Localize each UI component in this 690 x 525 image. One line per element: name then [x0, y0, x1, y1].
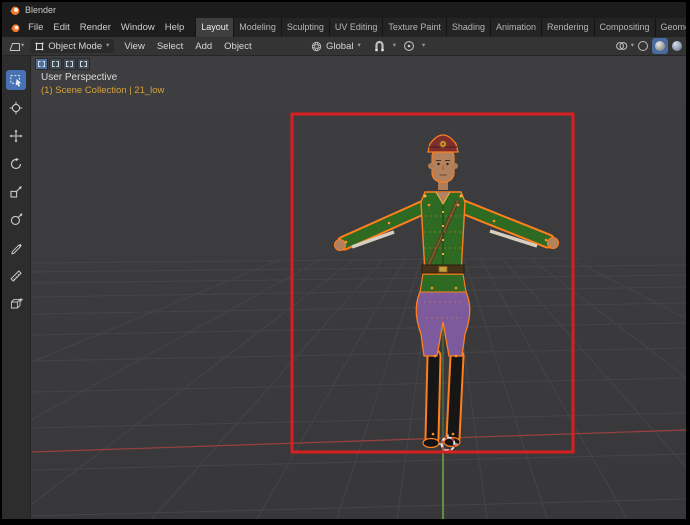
- window-title: Blender: [25, 5, 56, 15]
- tab-layout[interactable]: Layout: [196, 18, 234, 37]
- snap-magnet-button[interactable]: [371, 40, 388, 52]
- wireframe-sphere-icon: [638, 41, 648, 51]
- menubar: File Edit Render Window Help Layout Mode…: [2, 18, 686, 37]
- object-mode-icon: [35, 42, 44, 51]
- orientation-dropdown[interactable]: Global ▾: [306, 39, 366, 53]
- shading-cluster: ▾: [613, 37, 686, 55]
- tool-add-cube-button[interactable]: [6, 294, 26, 314]
- select-mode-new-button[interactable]: [35, 58, 48, 70]
- menu-view[interactable]: View: [118, 41, 150, 52]
- menu-window[interactable]: Window: [116, 18, 160, 37]
- shading-material-button[interactable]: [669, 38, 685, 54]
- select-mode-subtract-button[interactable]: [63, 58, 76, 70]
- select-mode-extend-button[interactable]: [49, 58, 62, 70]
- overlays-icon: [615, 40, 628, 52]
- collection-breadcrumb: (1) Scene Collection | 21_low: [41, 85, 164, 96]
- tab-shading[interactable]: Shading: [447, 18, 491, 37]
- tab-modeling[interactable]: Modeling: [234, 18, 282, 37]
- workspace-tabs: Layout Modeling Sculpting UV Editing Tex…: [195, 18, 686, 37]
- tab-compositing[interactable]: Compositing: [595, 18, 656, 37]
- menu-select[interactable]: Select: [151, 41, 189, 52]
- menu-object[interactable]: Object: [218, 41, 257, 52]
- viewport-header: ▾ Object Mode ▾ View Select Add Object G…: [2, 37, 686, 56]
- shading-solid-button[interactable]: [652, 38, 668, 54]
- editor-type-dropdown[interactable]: ▾: [6, 41, 26, 52]
- view-perspective-label: User Perspective: [41, 72, 117, 83]
- tool-annotate-button[interactable]: [6, 238, 26, 258]
- mode-dropdown[interactable]: Object Mode ▾: [30, 39, 114, 53]
- editor-type-icon: [8, 41, 21, 52]
- tool-rotate-button[interactable]: [6, 154, 26, 174]
- overlays-dropdown-icon[interactable]: ▾: [631, 43, 634, 50]
- soldier-model[interactable]: [335, 135, 559, 448]
- tab-animation[interactable]: Animation: [491, 18, 542, 37]
- titlebar: Blender: [2, 2, 686, 18]
- tab-texture-paint[interactable]: Texture Paint: [383, 18, 447, 37]
- tab-uv-editing[interactable]: UV Editing: [330, 18, 384, 37]
- mode-label: Object Mode: [48, 41, 102, 52]
- chevron-down-icon: ▾: [357, 43, 360, 50]
- tab-rendering[interactable]: Rendering: [542, 18, 595, 37]
- select-mode-invert-button[interactable]: [77, 58, 90, 70]
- proportional-editing-icon: [403, 40, 415, 52]
- viewport-3d[interactable]: User Perspective (1) Scene Collection | …: [32, 56, 686, 519]
- menu-help[interactable]: Help: [160, 18, 190, 37]
- select-mode-group: [35, 58, 90, 70]
- tool-measure-button[interactable]: [6, 266, 26, 286]
- globe-icon: [311, 41, 322, 52]
- main-region: User Perspective (1) Scene Collection | …: [2, 56, 686, 519]
- tool-select-box-button[interactable]: [6, 70, 26, 90]
- chevron-down-icon: ▾: [21, 43, 24, 50]
- blender-window: Blender File Edit Render Window Help Lay…: [2, 2, 686, 519]
- material-sphere-icon: [672, 41, 682, 51]
- menu-file[interactable]: File: [23, 18, 48, 37]
- left-toolbar: [2, 56, 31, 519]
- snap-dropdown-icon[interactable]: ▾: [393, 43, 396, 50]
- transform-snap-cluster: Global ▾ ▾ ▾: [302, 37, 425, 55]
- overlays-button[interactable]: [613, 40, 630, 52]
- blender-logo-icon: [9, 5, 20, 16]
- menu-add[interactable]: Add: [189, 41, 218, 52]
- tool-move-button[interactable]: [6, 126, 26, 146]
- tool-scale-button[interactable]: [6, 182, 26, 202]
- shading-wireframe-button[interactable]: [635, 38, 651, 54]
- tool-cursor-button[interactable]: [6, 98, 26, 118]
- tool-transform-button[interactable]: [6, 210, 26, 230]
- chevron-down-icon: ▾: [106, 43, 109, 50]
- tab-sculpting[interactable]: Sculpting: [282, 18, 330, 37]
- proportional-dropdown-icon[interactable]: ▾: [422, 43, 425, 50]
- menu-edit[interactable]: Edit: [48, 18, 74, 37]
- tab-geometry-nodes[interactable]: Geometry Nodes: [656, 18, 686, 37]
- magnet-icon: [373, 40, 386, 52]
- blender-menu-icon[interactable]: [10, 22, 20, 34]
- solid-sphere-icon: [655, 41, 665, 51]
- menu-render[interactable]: Render: [75, 18, 116, 37]
- scene-canvas: [32, 56, 686, 519]
- orientation-label: Global: [326, 41, 353, 52]
- proportional-editing-button[interactable]: [401, 40, 417, 52]
